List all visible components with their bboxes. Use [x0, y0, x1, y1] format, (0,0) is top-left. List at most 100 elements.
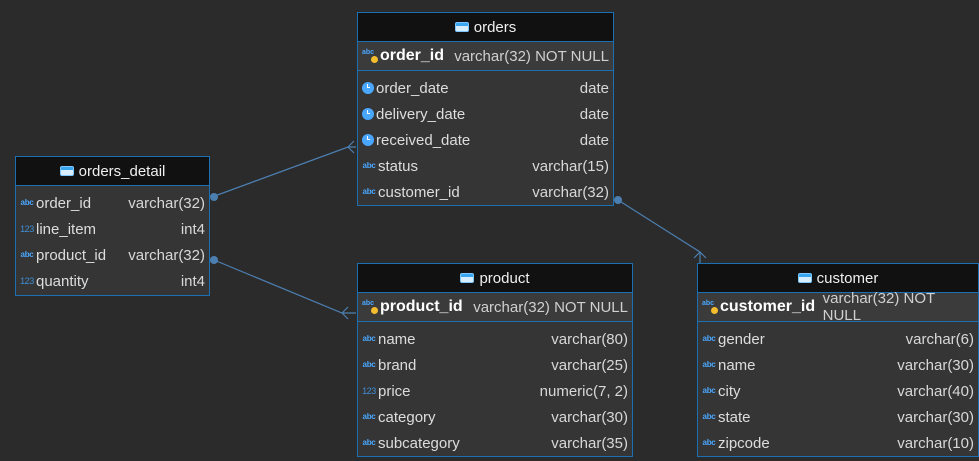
- customer-column-state[interactable]: abc state varchar(30): [698, 404, 978, 430]
- product-primary-key-row[interactable]: abc product_id varchar(32) NOT NULL: [358, 293, 632, 322]
- orders-detail-column-line-item[interactable]: 123 line_item int4: [16, 216, 209, 242]
- customer-column-gender[interactable]: abc gender varchar(6): [698, 326, 978, 352]
- table-icon: [460, 273, 475, 283]
- customer-primary-key-row[interactable]: abc customer_id varchar(32) NOT NULL: [698, 290, 978, 324]
- orders-detail-column-product-id[interactable]: abc product_id varchar(32): [16, 242, 209, 268]
- table-icon: [797, 273, 812, 283]
- product-column-subcategory-name: subcategory: [378, 434, 460, 452]
- orders-to-customer-crow-foot: [693, 251, 707, 259]
- product-column-category[interactable]: abc category varchar(30): [358, 404, 632, 430]
- orders-detail-column-order-id[interactable]: abc order_id varchar(32): [16, 190, 209, 216]
- customer-column-zipcode-type: varchar(10): [897, 434, 974, 452]
- customer-column-gender-name-wrap: abc gender: [702, 331, 765, 348]
- customer-primary-key-name-wrap: abc customer_id: [702, 298, 815, 316]
- orders-column-received-date-name-wrap: received_date: [362, 132, 470, 149]
- string-key-icon: abc: [702, 300, 718, 314]
- orders-detail-order-id-endpoint: [210, 193, 218, 201]
- string-icon: abc: [702, 386, 716, 395]
- orders-detail-column-quantity[interactable]: 123 quantity int4: [16, 268, 209, 294]
- orders-column-customer-id[interactable]: abc customer_id varchar(32): [358, 179, 613, 205]
- orders-primary-key-name-wrap: abc order_id: [362, 47, 444, 65]
- orders-primary-key-row[interactable]: abc order_id varchar(32) NOT NULL: [358, 42, 613, 71]
- orders-column-status[interactable]: abc status varchar(15): [358, 153, 613, 179]
- customer-column-zipcode-name-wrap: abc zipcode: [702, 435, 770, 452]
- product-column-category-type: varchar(30): [551, 408, 628, 426]
- product-column-category-name: category: [378, 408, 436, 426]
- orders-column-delivery-date[interactable]: delivery_date date: [358, 101, 613, 127]
- customer-column-name[interactable]: abc name varchar(30): [698, 352, 978, 378]
- orders-detail-column-order-id-name-wrap: abc order_id: [20, 195, 92, 212]
- orders-column-status-name: status: [378, 157, 419, 175]
- orders-detail-column-product-id-name: product_id: [36, 246, 107, 264]
- orders-column-received-date-name: received_date: [376, 131, 471, 149]
- number-icon: 123: [20, 275, 34, 286]
- string-icon: abc: [362, 412, 376, 421]
- orders-columns: order_date date delivery_date date recei…: [358, 71, 613, 205]
- string-icon: abc: [362, 334, 376, 343]
- product-primary-key-name-wrap: abc product_id: [362, 298, 463, 316]
- orders-primary-key-type: varchar(32) NOT NULL: [454, 47, 609, 65]
- orders-detail-column-product-id-type: varchar(32): [128, 246, 205, 264]
- product-column-price-type: numeric(7, 2): [539, 382, 628, 400]
- orders-detail-columns: abc order_id varchar(32) 123 line_item i…: [16, 186, 209, 294]
- product-column-subcategory[interactable]: abc subcategory varchar(35): [358, 430, 632, 456]
- orders-detail-table-title: orders_detail: [78, 162, 166, 180]
- customer-table-title: customer: [816, 269, 879, 287]
- orders-column-order-date-name: order_date: [376, 79, 449, 97]
- product-primary-key-name: product_id: [380, 298, 463, 315]
- orders-column-customer-id-type: varchar(32): [532, 183, 609, 201]
- customer-table-header[interactable]: customer: [698, 264, 978, 293]
- customer-column-state-name-wrap: abc state: [702, 409, 751, 426]
- string-icon: abc: [702, 438, 716, 447]
- product-column-price-name: price: [378, 382, 411, 400]
- number-icon: 123: [362, 385, 376, 396]
- orders-table-header[interactable]: orders: [358, 13, 613, 42]
- orders-column-delivery-date-name-wrap: delivery_date: [362, 106, 465, 123]
- customer-column-zipcode-name: zipcode: [718, 434, 770, 452]
- table-icon: [59, 166, 74, 176]
- product-column-name[interactable]: abc name varchar(80): [358, 326, 632, 352]
- orders-column-received-date-type: date: [579, 131, 609, 149]
- customer-table[interactable]: customer abc customer_id varchar(32) NOT…: [697, 263, 979, 457]
- customer-column-city[interactable]: abc city varchar(40): [698, 378, 978, 404]
- orders-detail-product-id-endpoint: [210, 256, 218, 264]
- product-column-brand[interactable]: abc brand varchar(25): [358, 352, 632, 378]
- string-icon: abc: [362, 161, 376, 170]
- customer-column-zipcode[interactable]: abc zipcode varchar(10): [698, 430, 978, 456]
- string-icon: abc: [362, 360, 376, 369]
- customer-column-name-name: name: [718, 356, 756, 374]
- orders-table[interactable]: orders abc order_id varchar(32) NOT NULL…: [357, 12, 614, 206]
- orders-detail-column-line-item-type: int4: [180, 220, 205, 238]
- orders-detail-table-header[interactable]: orders_detail: [16, 157, 209, 186]
- product-column-name-name-wrap: abc name: [362, 331, 416, 348]
- string-icon: abc: [702, 334, 716, 343]
- date-icon: [362, 134, 374, 146]
- orders-column-received-date[interactable]: received_date date: [358, 127, 613, 153]
- orders-column-customer-id-name-wrap: abc customer_id: [362, 184, 460, 201]
- string-key-icon: abc: [362, 300, 378, 314]
- product-column-category-name-wrap: abc category: [362, 409, 436, 426]
- product-column-price[interactable]: 123 price numeric(7, 2): [358, 378, 632, 404]
- product-table-header[interactable]: product: [358, 264, 632, 293]
- orders-detail-to-product-connector: [213, 259, 356, 314]
- customer-column-gender-type: varchar(6): [905, 330, 974, 348]
- customer-column-city-type: varchar(40): [897, 382, 974, 400]
- string-icon: abc: [702, 412, 716, 421]
- orders-detail-column-line-item-name-wrap: 123 line_item: [20, 221, 96, 238]
- product-table[interactable]: product abc product_id varchar(32) NOT N…: [357, 263, 633, 457]
- orders-detail-column-line-item-name: line_item: [36, 220, 97, 238]
- orders-column-status-name-wrap: abc status: [362, 158, 418, 175]
- customer-column-city-name: city: [718, 382, 741, 400]
- customer-columns: abc gender varchar(6) abc name varchar(3…: [698, 322, 978, 456]
- customer-column-name-name-wrap: abc name: [702, 357, 756, 374]
- orders-to-customer-connector: [617, 199, 701, 264]
- orders-detail-to-orders-crow-foot: [347, 140, 355, 154]
- orders-detail-to-orders-connector: [211, 146, 356, 198]
- string-icon: abc: [362, 187, 376, 196]
- orders-column-order-date-name-wrap: order_date: [362, 80, 449, 97]
- orders-detail-column-order-id-type: varchar(32): [128, 194, 205, 212]
- product-columns: abc name varchar(80) abc brand varchar(2…: [358, 322, 632, 456]
- orders-column-order-date[interactable]: order_date date: [358, 75, 613, 101]
- product-table-title: product: [479, 269, 530, 287]
- orders-detail-table[interactable]: orders_detail abc order_id varchar(32) 1…: [15, 156, 210, 296]
